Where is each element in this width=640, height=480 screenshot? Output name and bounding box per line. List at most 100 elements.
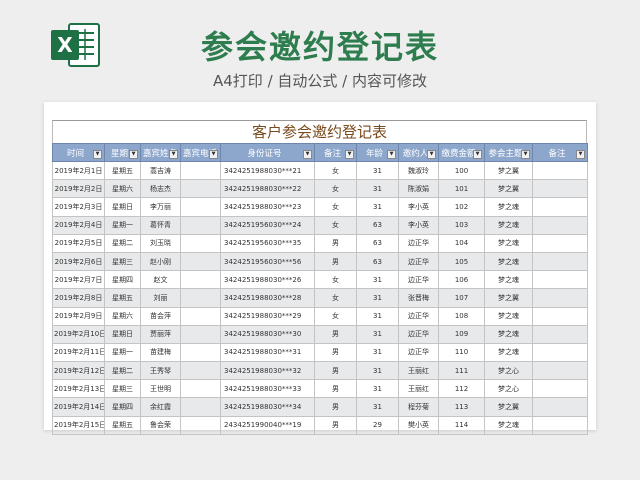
table-cell[interactable]: 星期一: [104, 215, 141, 235]
table-cell[interactable]: 3424251956030***56: [220, 251, 315, 272]
table-cell[interactable]: 女: [314, 306, 357, 326]
table-cell[interactable]: 2019年2月1日: [52, 160, 105, 181]
filter-dropdown-icon[interactable]: ▼: [576, 150, 585, 159]
column-header[interactable]: 备注 ▼: [532, 143, 588, 162]
table-cell[interactable]: [180, 415, 221, 435]
table-cell[interactable]: [532, 270, 588, 290]
table-cell[interactable]: 31: [356, 379, 399, 399]
table-cell[interactable]: [180, 233, 221, 253]
table-cell[interactable]: 刘丽: [140, 288, 181, 308]
table-cell[interactable]: 边正华: [398, 342, 439, 363]
table-cell[interactable]: 31: [356, 197, 399, 217]
table-cell[interactable]: 苗会萍: [140, 306, 181, 326]
table-cell[interactable]: [532, 415, 588, 435]
table-cell[interactable]: [180, 379, 221, 399]
table-cell[interactable]: 100: [438, 160, 485, 181]
table-cell[interactable]: 31: [356, 324, 399, 344]
filter-dropdown-icon[interactable]: ▼: [387, 150, 396, 159]
table-cell[interactable]: 星期三: [104, 379, 141, 399]
table-cell[interactable]: [532, 361, 588, 381]
table-cell[interactable]: 2019年2月4日: [52, 215, 105, 235]
table-cell[interactable]: 31: [356, 179, 399, 199]
table-cell[interactable]: 31: [356, 342, 399, 363]
table-cell[interactable]: 星期四: [104, 397, 141, 417]
table-cell[interactable]: [532, 251, 588, 272]
column-header[interactable]: 备注 ▼: [314, 143, 357, 162]
table-cell[interactable]: 梦之魂: [484, 306, 533, 326]
table-cell[interactable]: 边正华: [398, 306, 439, 326]
table-cell[interactable]: 男: [314, 361, 357, 381]
table-cell[interactable]: 女: [314, 288, 357, 308]
table-cell[interactable]: 2019年2月12日: [52, 361, 105, 381]
table-cell[interactable]: 李万丽: [140, 197, 181, 217]
table-cell[interactable]: 星期日: [104, 197, 141, 217]
table-cell[interactable]: 3424251956030***35: [220, 233, 315, 253]
table-cell[interactable]: [532, 288, 588, 308]
table-cell[interactable]: 梦之翼: [484, 179, 533, 199]
table-cell[interactable]: 梦之魂: [484, 251, 533, 272]
table-cell[interactable]: 31: [356, 270, 399, 290]
table-cell[interactable]: 李小英: [398, 215, 439, 235]
table-cell[interactable]: 星期二: [104, 361, 141, 381]
table-cell[interactable]: 男: [314, 415, 357, 435]
table-cell[interactable]: [180, 288, 221, 308]
table-cell[interactable]: 2019年2月11日: [52, 342, 105, 363]
table-cell[interactable]: [532, 179, 588, 199]
table-cell[interactable]: 3424251988030***23: [220, 197, 315, 217]
table-cell[interactable]: [532, 379, 588, 399]
table-cell[interactable]: 星期六: [104, 306, 141, 326]
table-cell[interactable]: 程芬菊: [398, 397, 439, 417]
table-cell[interactable]: [180, 342, 221, 363]
table-cell[interactable]: [180, 397, 221, 417]
table-cell[interactable]: 111: [438, 361, 485, 381]
table-cell[interactable]: 女: [314, 160, 357, 181]
table-cell[interactable]: 2019年2月9日: [52, 306, 105, 326]
table-cell[interactable]: [532, 215, 588, 235]
table-cell[interactable]: 王丽红: [398, 379, 439, 399]
table-cell[interactable]: 梦之翼: [484, 160, 533, 181]
table-cell[interactable]: [180, 160, 221, 181]
table-cell[interactable]: [180, 179, 221, 199]
table-cell[interactable]: 2019年2月8日: [52, 288, 105, 308]
table-cell[interactable]: 葛怀青: [140, 215, 181, 235]
table-cell[interactable]: 星期二: [104, 233, 141, 253]
table-cell[interactable]: 男: [314, 379, 357, 399]
column-header[interactable]: 身份证号 ▼: [220, 143, 315, 162]
table-cell[interactable]: 星期五: [104, 288, 141, 308]
table-cell[interactable]: 女: [314, 215, 357, 235]
table-cell[interactable]: [180, 324, 221, 344]
table-cell[interactable]: 2019年2月10日: [52, 324, 105, 344]
table-cell[interactable]: 63: [356, 251, 399, 272]
table-cell[interactable]: 3424251988030***34: [220, 397, 315, 417]
table-cell[interactable]: 贾丽萍: [140, 324, 181, 344]
column-header[interactable]: 星期 ▼: [104, 143, 141, 162]
table-cell[interactable]: 3424251956030***24: [220, 215, 315, 235]
table-cell[interactable]: 2019年2月3日: [52, 197, 105, 217]
table-cell[interactable]: 女: [314, 197, 357, 217]
filter-dropdown-icon[interactable]: ▼: [303, 150, 312, 159]
table-cell[interactable]: [532, 197, 588, 217]
table-cell[interactable]: 2019年2月2日: [52, 179, 105, 199]
table-cell[interactable]: 星期六: [104, 179, 141, 199]
column-header[interactable]: 嘉宾电话 ▼: [180, 143, 221, 162]
table-cell[interactable]: 男: [314, 233, 357, 253]
table-cell[interactable]: 余红霞: [140, 397, 181, 417]
table-cell[interactable]: 103: [438, 215, 485, 235]
table-cell[interactable]: 106: [438, 270, 485, 290]
column-header[interactable]: 年龄 ▼: [356, 143, 399, 162]
table-cell[interactable]: [532, 306, 588, 326]
table-cell[interactable]: 63: [356, 215, 399, 235]
table-cell[interactable]: 31: [356, 160, 399, 181]
table-cell[interactable]: 3424251988030***31: [220, 342, 315, 363]
table-cell[interactable]: [532, 324, 588, 344]
table-cell[interactable]: 梦之心: [484, 361, 533, 381]
filter-dropdown-icon[interactable]: ▼: [427, 150, 436, 159]
table-cell[interactable]: [180, 361, 221, 381]
table-cell[interactable]: 31: [356, 397, 399, 417]
table-cell[interactable]: 边正华: [398, 270, 439, 290]
table-cell[interactable]: 3424251988030***29: [220, 306, 315, 326]
filter-dropdown-icon[interactable]: ▼: [129, 150, 138, 159]
table-cell[interactable]: 边正华: [398, 324, 439, 344]
table-cell[interactable]: 星期四: [104, 270, 141, 290]
table-cell[interactable]: 男: [314, 342, 357, 363]
